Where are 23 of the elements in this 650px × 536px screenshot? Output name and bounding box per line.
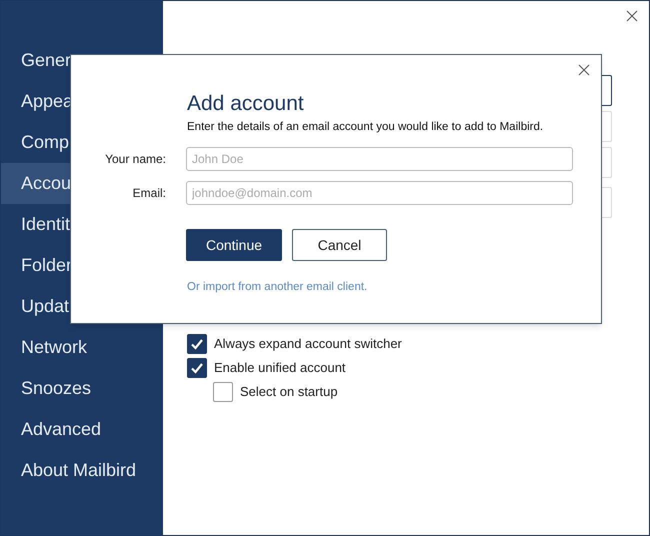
sidebar-item[interactable]: Network (1, 327, 163, 368)
input-field[interactable]: johndoe@domain.com (186, 181, 573, 206)
field-label: Your name: (104, 151, 166, 168)
checkbox[interactable] (213, 382, 233, 402)
close-icon[interactable] (578, 64, 590, 76)
cancel-button[interactable]: Cancel (292, 229, 387, 262)
checkbox-label: Select on startup (240, 383, 338, 402)
dialog-title: Add account (187, 91, 305, 117)
checkmark-icon (190, 361, 204, 375)
checkbox[interactable] (187, 334, 207, 354)
dialog-subtitle: Enter the details of an email account you would like to add to Mailbird. (187, 120, 544, 135)
checkmark-icon (190, 337, 204, 351)
import-link[interactable]: Or import from another email client. (187, 281, 368, 294)
sidebar-item[interactable]: About Mailbird (1, 450, 163, 491)
close-icon[interactable] (626, 10, 638, 22)
checkbox-label: Always expand account switcher (214, 335, 402, 354)
continue-button[interactable]: Continue (186, 229, 282, 262)
field-label: Email: (132, 185, 166, 202)
checkbox-label: Enable unified account (214, 359, 346, 378)
input-field[interactable]: John Doe (186, 147, 573, 172)
sidebar-item[interactable]: Snoozes (1, 368, 163, 409)
sidebar-item[interactable]: Advanced (1, 409, 163, 450)
checkbox[interactable] (187, 358, 207, 378)
